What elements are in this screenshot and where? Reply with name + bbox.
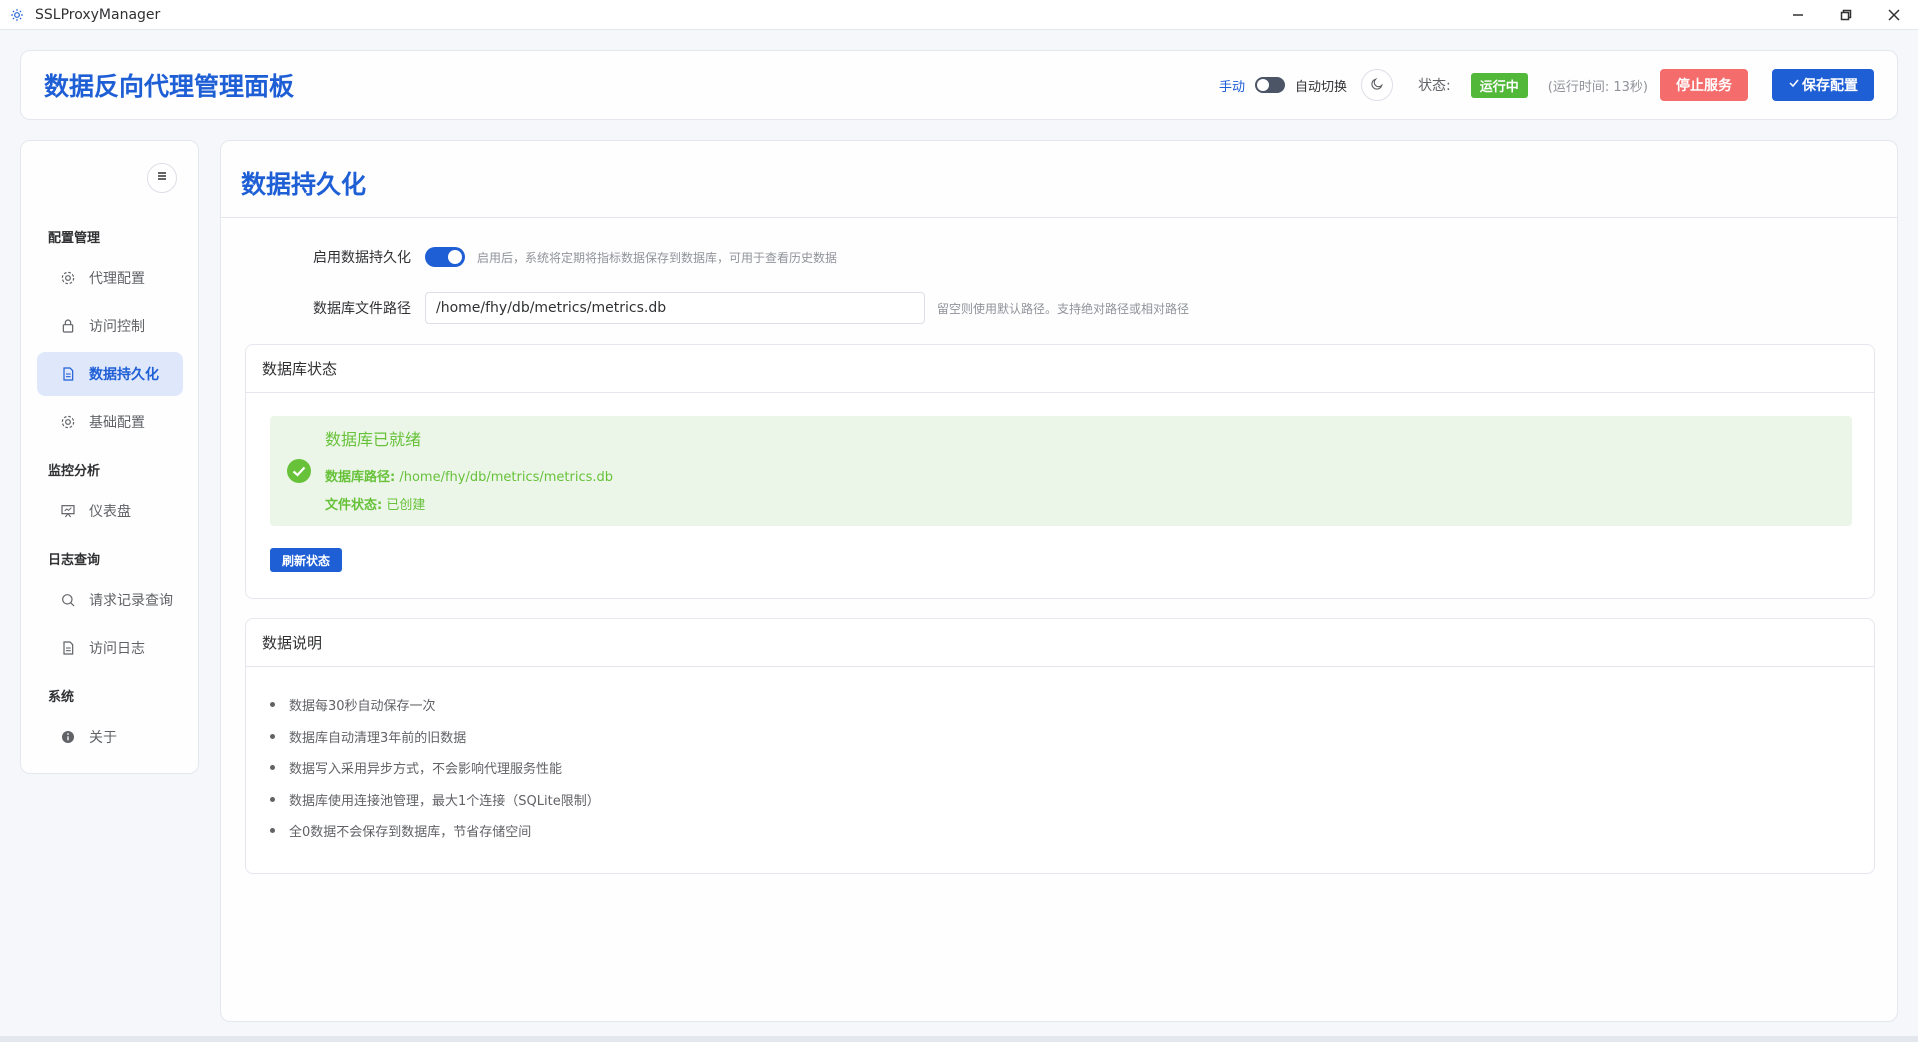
sidebar-item-label: 基础配置 [89, 415, 145, 431]
header-controls: 手动 自动切换 状态: 运行中 (运行时间: 13秒) 停止服务 保存配置 [1219, 51, 1874, 119]
sidebar-item-label: 请求记录查询 [89, 593, 173, 609]
lock-icon [59, 317, 77, 335]
db-path-status-value: /home/fhy/db/metrics/metrics.db [399, 470, 614, 485]
check-icon [1788, 77, 1800, 93]
data-notes-card-title: 数据说明 [246, 619, 1874, 667]
uptime-text: (运行时间: 13秒) [1547, 79, 1648, 95]
gear-icon [59, 413, 77, 431]
check-circle-icon [287, 459, 311, 483]
window-controls [1774, 0, 1918, 30]
restore-icon [1840, 6, 1852, 25]
sidebar-item-label: 访问控制 [89, 319, 145, 335]
enable-persistence-hint: 启用后，系统将定期将指标数据保存到数据库，可用于查看历史数据 [477, 250, 838, 265]
moon-icon [1370, 76, 1384, 95]
app-title: 数据反向代理管理面板 [44, 72, 295, 101]
data-notes-card: 数据说明 数据每30秒自动保存一次 数据库自动清理3年前的旧数据 数据写入采用异… [245, 618, 1875, 874]
close-icon [1888, 6, 1900, 25]
enable-persistence-row: 启用数据持久化 启用后，系统将定期将指标数据保存到数据库，可用于查看历史数据 [301, 247, 837, 267]
save-config-label: 保存配置 [1802, 78, 1858, 94]
bottom-scrollbar [0, 1036, 1918, 1042]
list-item: 全0数据不会保存到数据库，节省存储空间 [270, 815, 600, 847]
sidebar-item-access-log[interactable]: 访问日志 [37, 626, 183, 670]
minimize-icon [1792, 6, 1804, 25]
list-item: 数据写入采用异步方式，不会影响代理服务性能 [270, 752, 600, 784]
db-path-status-key: 数据库路径: [325, 470, 396, 485]
db-path-row: 数据库文件路径 留空则使用默认路径。支持绝对路径或相对路径 [301, 292, 1189, 324]
db-path-input[interactable] [425, 292, 925, 324]
close-button[interactable] [1870, 0, 1918, 30]
db-path-label: 数据库文件路径 [313, 301, 411, 317]
nav-group-monitoring: 监控分析 [48, 464, 101, 479]
db-path-hint: 留空则使用默认路径。支持绝对路径或相对路径 [937, 301, 1190, 316]
db-path-status-line: 数据库路径: /home/fhy/db/metrics/metrics.db [325, 466, 613, 485]
sidebar-item-dashboard[interactable]: 仪表盘 [37, 489, 183, 533]
nav-group-system: 系统 [48, 690, 75, 705]
data-notes-list: 数据每30秒自动保存一次 数据库自动清理3年前的旧数据 数据写入采用异步方式，不… [270, 689, 600, 847]
sidebar-item-label: 访问日志 [89, 641, 145, 657]
mode-manual-label: 手动 [1219, 79, 1246, 95]
info-icon [59, 728, 77, 746]
list-item: 数据库自动清理3年前的旧数据 [270, 721, 600, 753]
sidebar-item-about[interactable]: 关于 [37, 715, 183, 759]
list-item: 数据每30秒自动保存一次 [270, 689, 600, 721]
gear-icon [59, 269, 77, 287]
enable-persistence-label: 启用数据持久化 [313, 250, 411, 266]
document-icon [59, 365, 77, 383]
sidebar-item-data-persistence[interactable]: 数据持久化 [37, 352, 183, 396]
dashboard-icon [59, 502, 77, 520]
gear-icon [9, 7, 25, 23]
main-panel: 数据持久化 启用数据持久化 启用后，系统将定期将指标数据保存到数据库，可用于查看… [220, 140, 1898, 1022]
sidebar-item-label: 仪表盘 [89, 504, 131, 520]
file-status-key: 文件状态: [325, 498, 383, 513]
window-title: SSLProxyManager [35, 6, 161, 23]
restore-button[interactable] [1822, 0, 1870, 30]
section-title: 数据持久化 [241, 170, 367, 199]
db-ready-alert: 数据库已就绪 数据库路径: /home/fhy/db/metrics/metri… [270, 416, 1852, 526]
minimize-button[interactable] [1774, 0, 1822, 30]
enable-persistence-toggle[interactable] [425, 247, 465, 267]
list-item: 数据库使用连接池管理，最大1个连接（SQLite限制） [270, 784, 600, 816]
sidebar-item-access-control[interactable]: 访问控制 [37, 304, 183, 348]
window-titlebar: SSLProxyManager [0, 0, 1918, 30]
sidebar-item-label: 数据持久化 [89, 367, 159, 383]
mode-auto-label: 自动切换 [1295, 79, 1348, 95]
status-badge: 运行中 [1470, 72, 1528, 98]
theme-toggle-button[interactable] [1361, 69, 1394, 101]
db-status-card: 数据库状态 数据库已就绪 数据库路径: /home/fhy/db/metrics… [245, 344, 1875, 599]
nav-group-logs: 日志查询 [48, 553, 101, 568]
section-divider [221, 217, 1897, 218]
menu-icon [156, 170, 168, 186]
status-label: 状态: [1418, 78, 1451, 94]
sidebar-item-basic-config[interactable]: 基础配置 [37, 400, 183, 444]
sidebar-collapse-button[interactable] [147, 163, 177, 193]
nav-group-config: 配置管理 [48, 231, 101, 246]
refresh-status-button[interactable]: 刷新状态 [270, 548, 342, 572]
file-status-line: 文件状态: 已创建 [325, 494, 425, 513]
sidebar-item-label: 代理配置 [89, 271, 145, 287]
sidebar: 配置管理 代理配置 访问控制 数据持久化 基础配置 监控分析 仪表盘 日志查询 … [20, 140, 199, 774]
sidebar-item-request-query[interactable]: 请求记录查询 [37, 578, 183, 622]
db-status-card-title: 数据库状态 [246, 345, 1874, 393]
file-status-value: 已创建 [386, 498, 426, 513]
save-config-button[interactable]: 保存配置 [1772, 69, 1874, 101]
app-header: 数据反向代理管理面板 手动 自动切换 状态: 运行中 (运行时间: 13秒) 停… [20, 50, 1898, 120]
search-icon [59, 591, 77, 609]
document-icon [59, 639, 77, 657]
sidebar-item-label: 关于 [89, 730, 117, 746]
auto-switch-toggle[interactable] [1255, 77, 1286, 93]
stop-service-button[interactable]: 停止服务 [1660, 69, 1748, 101]
db-ready-title: 数据库已就绪 [325, 430, 422, 449]
sidebar-item-proxy-config[interactable]: 代理配置 [37, 256, 183, 300]
